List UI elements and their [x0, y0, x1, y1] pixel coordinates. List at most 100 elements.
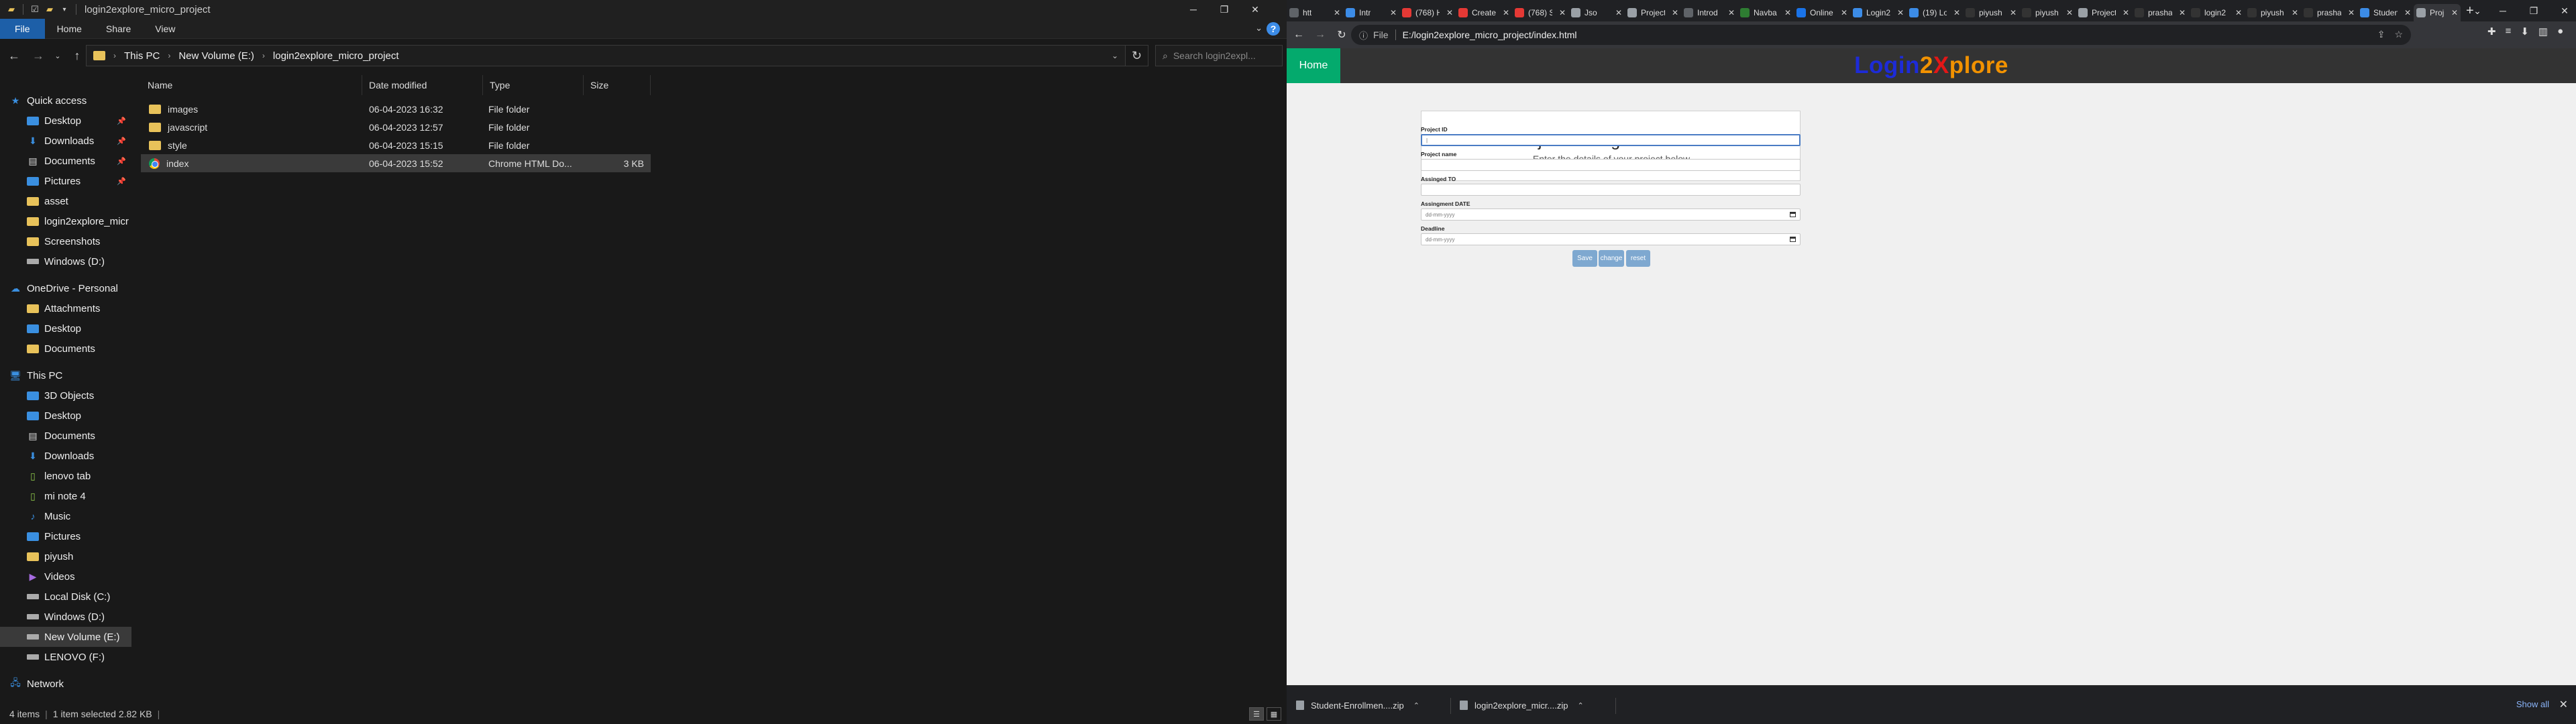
tab-share[interactable]: Share	[94, 19, 143, 39]
tab-home[interactable]: Home	[45, 19, 94, 39]
profile-icon[interactable]: ●	[2557, 25, 2563, 38]
assignment-date-input[interactable]: dd-mm-yyyy	[1421, 208, 1801, 221]
browser-tab[interactable]: (19) Lo ✕	[1907, 4, 1963, 21]
download-item-login2explore[interactable]: login2explore_micr....zip ⌃	[1460, 695, 1584, 715]
reload-icon[interactable]: ↻	[1332, 25, 1351, 44]
minimize-icon[interactable]: ─	[2487, 0, 2518, 21]
browser-tab[interactable]: htt ✕	[1287, 4, 1343, 21]
browser-tab[interactable]: piyush ✕	[2019, 4, 2076, 21]
project-id-input[interactable]: |	[1421, 134, 1801, 146]
nav-item-lenovo-tab[interactable]: ▯ lenovo tab	[0, 466, 131, 486]
close-icon[interactable]: ✕	[2559, 698, 2568, 711]
nav-item-screenshots[interactable]: Screenshots	[0, 231, 131, 251]
close-tab-icon[interactable]: ✕	[1672, 8, 1678, 17]
assigned-to-input[interactable]	[1421, 184, 1801, 196]
close-tab-icon[interactable]: ✕	[1446, 8, 1453, 17]
chevron-up-icon[interactable]: ⌃	[1577, 701, 1583, 710]
tab-search-icon[interactable]: ⌄	[2467, 0, 2487, 21]
close-tab-icon[interactable]: ✕	[2010, 8, 2017, 17]
browser-tab[interactable]: Introd ✕	[1681, 4, 1737, 21]
new-folder-icon[interactable]: ▰	[42, 3, 57, 16]
nav-item-documents[interactable]: ▤ Documents 📌	[0, 151, 131, 171]
close-tab-icon[interactable]: ✕	[1334, 8, 1340, 17]
nav-item-3d-objects[interactable]: 3D Objects	[0, 385, 131, 406]
nav-item-pc-windows-d[interactable]: Windows (D:)	[0, 607, 131, 627]
tab-active[interactable]: Proj ✕	[2414, 4, 2461, 21]
media-control-icon[interactable]: ≡	[2506, 25, 2512, 38]
forward-arrow-icon[interactable]: →	[1311, 25, 1330, 44]
close-tab-icon[interactable]: ✕	[1503, 8, 1509, 17]
chevron-up-icon[interactable]: ⌃	[1413, 701, 1419, 710]
breadcrumb-this-pc[interactable]: This PC	[120, 50, 164, 62]
close-tab-icon[interactable]: ✕	[2292, 8, 2298, 17]
nav-item-pc-documents[interactable]: ▤ Documents	[0, 426, 131, 446]
column-header-type[interactable]: Type	[483, 75, 584, 95]
browser-tab[interactable]: Studen ✕	[2357, 4, 2414, 21]
calendar-icon[interactable]	[1790, 237, 1796, 242]
nav-item-music[interactable]: ♪ Music	[0, 506, 131, 526]
search-input[interactable]: ⌕ Search login2expl...	[1155, 45, 1283, 66]
forward-arrow-icon[interactable]: →	[28, 46, 48, 66]
tab-view[interactable]: View	[143, 19, 187, 39]
browser-tab[interactable]: piyush ✕	[2245, 4, 2301, 21]
chevron-down-icon[interactable]: ⌄	[1112, 51, 1118, 60]
chevron-down-icon[interactable]: ⌄	[1255, 23, 1263, 34]
nav-item-new-volume-e[interactable]: New Volume (E:)	[0, 627, 131, 647]
close-tab-icon[interactable]: ✕	[2066, 8, 2073, 17]
show-all-downloads-link[interactable]: Show all	[2516, 699, 2549, 709]
browser-tab[interactable]: prasha ✕	[2132, 4, 2188, 21]
close-tab-icon[interactable]: ✕	[2348, 8, 2355, 17]
tab-file[interactable]: File	[0, 18, 45, 39]
maximize-icon[interactable]: ❐	[2518, 0, 2549, 21]
properties-icon[interactable]: ☑	[28, 3, 42, 16]
back-arrow-icon[interactable]: ←	[1289, 25, 1308, 44]
extensions-icon[interactable]: ✚	[2487, 25, 2496, 38]
close-tab-icon[interactable]: ✕	[2451, 8, 2458, 17]
details-view-icon[interactable]: ☰	[1249, 707, 1264, 721]
nav-item-local-disk-c[interactable]: Local Disk (C:)	[0, 587, 131, 607]
nav-home-link[interactable]: Home	[1287, 48, 1340, 83]
nav-item-od-desktop[interactable]: Desktop	[0, 318, 131, 339]
nav-network[interactable]: 🖧 Network	[0, 674, 131, 694]
nav-item-pc-desktop[interactable]: Desktop	[0, 406, 131, 426]
nav-item-asset[interactable]: asset	[0, 191, 131, 211]
side-panel-icon[interactable]: ▥	[2538, 25, 2548, 38]
close-icon[interactable]: ✕	[1240, 0, 1271, 19]
browser-tab[interactable]: Project ✕	[2076, 4, 2132, 21]
breadcrumb-project-folder[interactable]: login2explore_micro_project	[269, 50, 403, 62]
reset-button[interactable]: reset	[1626, 250, 1650, 267]
browser-tab[interactable]: (768) H ✕	[1399, 4, 1456, 21]
up-arrow-icon[interactable]: ↑	[67, 46, 87, 66]
nav-this-pc[interactable]: 🖥 This PC	[0, 365, 131, 385]
help-icon[interactable]: ?	[1267, 22, 1280, 36]
maximize-icon[interactable]: ❐	[1209, 0, 1240, 19]
file-row-javascript[interactable]: javascript 06-04-2023 12:57 File folder	[141, 118, 651, 136]
close-tab-icon[interactable]: ✕	[1559, 8, 1566, 17]
browser-tab[interactable]: Jso ✕	[1568, 4, 1625, 21]
bookmark-star-icon[interactable]: ☆	[2394, 29, 2403, 40]
recent-locations-icon[interactable]: ⌄	[52, 46, 63, 66]
nav-item-desktop[interactable]: Desktop 📌	[0, 111, 131, 131]
browser-tab[interactable]: prasha ✕	[2301, 4, 2357, 21]
column-header-name[interactable]: Name	[141, 75, 362, 95]
omnibox[interactable]: ⓘ File E:/login2explore_micro_project/in…	[1351, 25, 2411, 45]
close-tab-icon[interactable]: ✕	[2179, 8, 2186, 17]
menu-kebab-icon[interactable]: ⋮	[2573, 25, 2576, 38]
column-header-date[interactable]: Date modified	[362, 75, 483, 95]
breadcrumb-new-volume[interactable]: New Volume (E:)	[174, 50, 258, 62]
back-arrow-icon[interactable]: ←	[4, 46, 24, 66]
calendar-icon[interactable]	[1790, 212, 1796, 217]
nav-item-lenovo-f[interactable]: LENOVO (F:)	[0, 647, 131, 667]
share-icon[interactable]: ⇪	[2377, 29, 2385, 40]
nav-item-login2explore[interactable]: login2explore_micr	[0, 211, 131, 231]
deadline-input[interactable]: dd-mm-yyyy	[1421, 233, 1801, 245]
refresh-icon[interactable]: ↻	[1126, 45, 1148, 66]
file-row-index[interactable]: index 06-04-2023 15:52 Chrome HTML Do...…	[141, 154, 651, 172]
nav-item-piyush[interactable]: piyush	[0, 546, 131, 566]
browser-tab[interactable]: Login2 ✕	[1850, 4, 1907, 21]
nav-item-pc-downloads[interactable]: ⬇ Downloads	[0, 446, 131, 466]
browser-tab[interactable]: Navba ✕	[1737, 4, 1794, 21]
close-tab-icon[interactable]: ✕	[1390, 8, 1397, 17]
close-tab-icon[interactable]: ✕	[2404, 8, 2411, 17]
browser-tab[interactable]: login2 ✕	[2188, 4, 2245, 21]
